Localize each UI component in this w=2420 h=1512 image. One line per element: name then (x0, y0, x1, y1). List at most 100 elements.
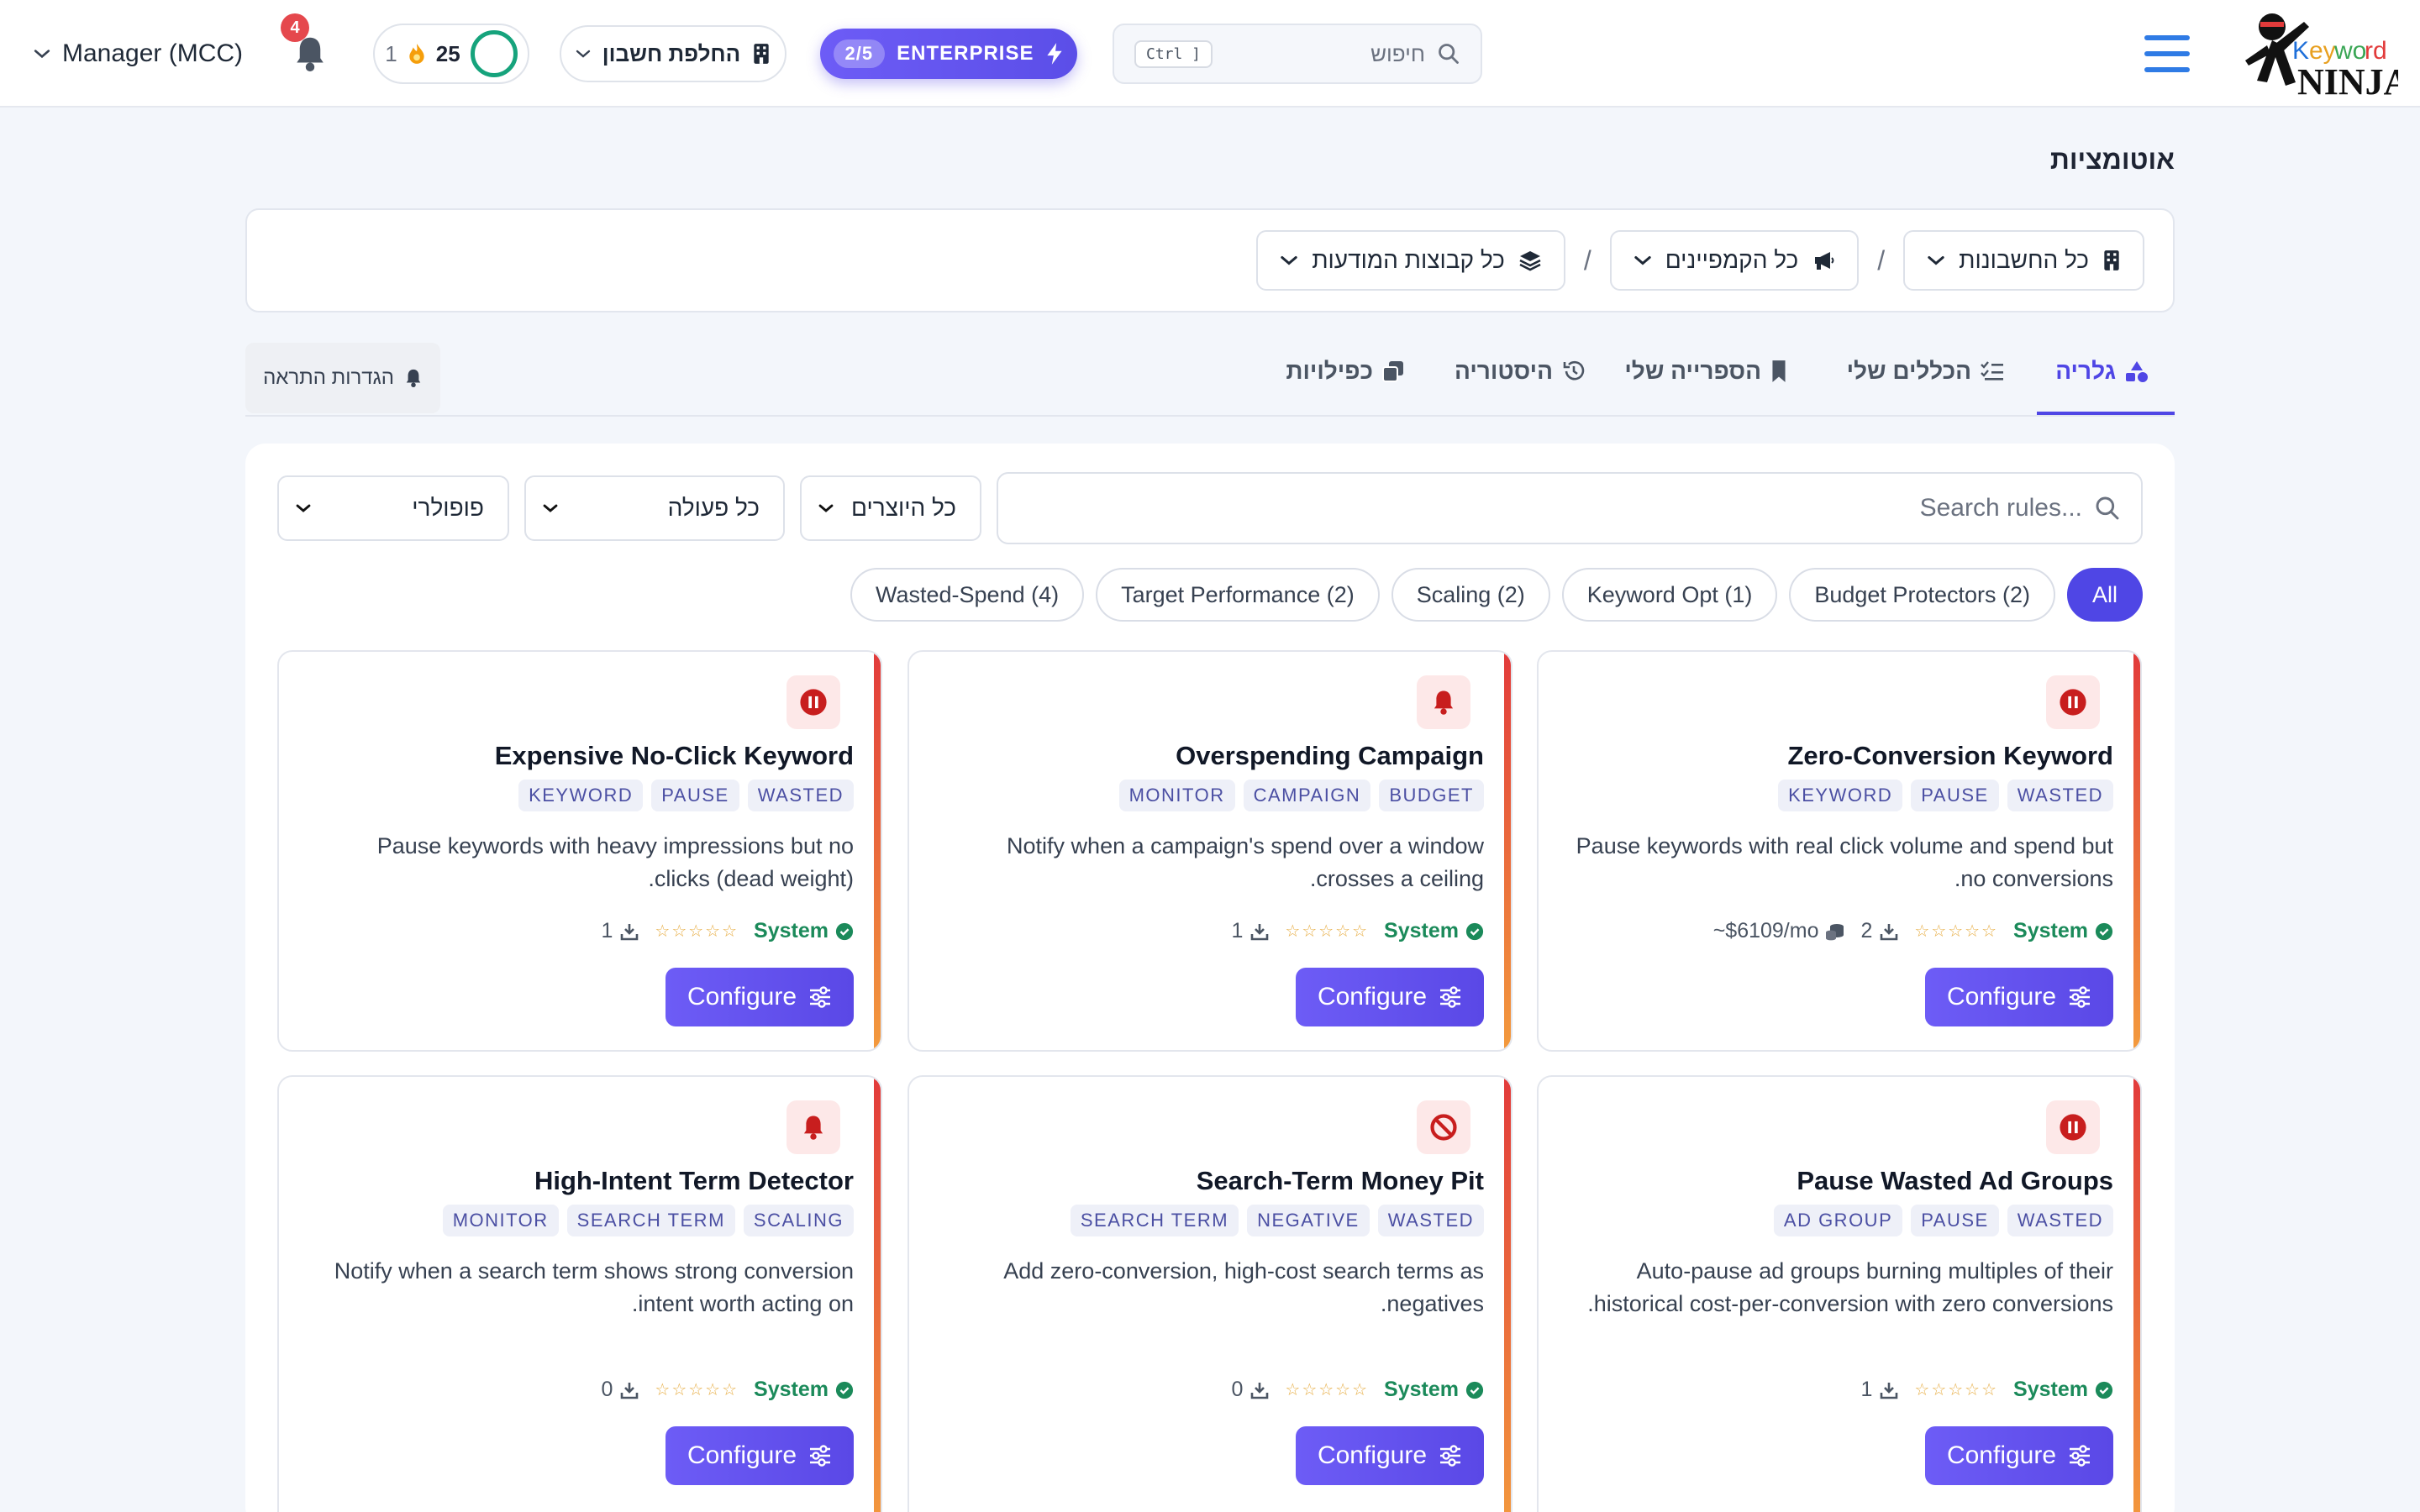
building-icon (2104, 250, 2119, 270)
chip-scaling[interactable]: Scaling (2) (1391, 568, 1550, 622)
creators-select-value: כל היוצרים (851, 495, 956, 521)
configure-button[interactable]: Configure (1925, 1426, 2113, 1485)
configure-button[interactable]: Configure (666, 1426, 854, 1485)
rule-tags: SCALING SEARCH TERM MONITOR (442, 1205, 854, 1236)
switch-account-label: החלפת חשבון (602, 40, 741, 66)
keyword-ninja-logo[interactable]: K ey wo rd NINJA (2238, 5, 2398, 102)
account-menu-button[interactable]: Manager (MCC) (34, 34, 243, 74)
plan-name: ENTERPRISE (897, 42, 1034, 65)
tab-my-rules[interactable]: הכללים שלי (1847, 358, 2005, 385)
rule-tag: WASTED (2007, 1205, 2113, 1236)
coins-icon (1826, 923, 1844, 940)
score-widget[interactable]: 1 25 (373, 24, 529, 84)
scope-filter-bar: כל החשבונות / כל הקמפיינים / כל קבוצות ה… (245, 208, 2175, 312)
rule-meta: System ☆☆☆☆☆ 2 ~$6109/mo (1713, 919, 2113, 943)
rule-title: Overspending Campaign (1176, 741, 1484, 770)
sliders-icon (810, 1445, 831, 1467)
rule-title: Expensive No-Click Keyword (494, 741, 854, 770)
rule-tag: WASTED (2007, 780, 2113, 811)
sliders-icon (2070, 1445, 2091, 1467)
tab-gallery[interactable]: גלריה (2055, 358, 2149, 385)
search-rules-placeholder: Search rules... (1919, 494, 2082, 522)
creators-select[interactable]: כל היוצרים (800, 475, 981, 541)
rule-tag: KEYWORD (1778, 780, 1903, 811)
accounts-filter[interactable]: כל החשבונות (1903, 230, 2144, 291)
sliders-icon (2070, 986, 2091, 1008)
rule-card[interactable]: Overspending Campaign BUDGET CAMPAIGN MO… (908, 650, 1512, 1052)
rule-card[interactable]: Search-Term Money Pit WASTED NEGATIVE SE… (908, 1075, 1512, 1512)
configure-button[interactable]: Configure (1925, 968, 2113, 1026)
search-placeholder: חיפוש (1370, 40, 1425, 66)
active-tab-indicator (2037, 412, 2175, 415)
plan-badge-button[interactable]: 2/5 ENTERPRISE (820, 29, 1077, 79)
ad-groups-filter[interactable]: כל קבוצות המודעות (1256, 230, 1565, 291)
tab-duplicates[interactable]: כפילויות (1286, 358, 1405, 385)
rule-tags: WASTED PAUSE KEYWORD (518, 780, 854, 811)
chevron-down-icon (576, 50, 590, 58)
building-icon (754, 44, 769, 64)
configure-button[interactable]: Configure (666, 968, 854, 1026)
sort-select[interactable]: פופולרי (277, 475, 509, 541)
pause-icon (2046, 1100, 2100, 1154)
configure-button[interactable]: Configure (1296, 968, 1484, 1026)
campaigns-filter[interactable]: כל הקמפיינים (1609, 230, 1860, 291)
chip-target-performance[interactable]: Target Performance (2) (1096, 568, 1380, 622)
action-select[interactable]: כל פעולה (524, 475, 785, 541)
system-text: System (1384, 1378, 1459, 1401)
downloads-count: 1 (601, 919, 639, 943)
configure-label: Configure (687, 1441, 797, 1469)
download-icon (1251, 1382, 1269, 1399)
rule-description: Pause keywords with real click volume an… (1576, 833, 2113, 891)
rule-card[interactable]: Zero-Conversion Keyword WASTED PAUSE KEY… (1537, 650, 2142, 1052)
rule-tag: MONITOR (1118, 780, 1235, 811)
rule-title: Zero-Conversion Keyword (1787, 741, 2113, 770)
plan-usage: 2/5 (833, 39, 886, 68)
tab-my-rules-label: הכללים שלי (1846, 358, 1971, 384)
score-value: 25 (435, 40, 460, 66)
rule-card[interactable]: Pause Wasted Ad Groups WASTED PAUSE AD G… (1537, 1075, 2142, 1512)
rule-description: Notify when a campaign's spend over a wi… (1007, 833, 1484, 891)
rule-meta: System ☆☆☆☆☆ 1 (601, 919, 854, 943)
rule-card[interactable]: Expensive No-Click Keyword WASTED PAUSE … (277, 650, 882, 1052)
rule-tag: PAUSE (1911, 1205, 1999, 1236)
breadcrumb-separator: / (1583, 244, 1591, 276)
search-rules-input[interactable]: Search rules... (997, 472, 2143, 544)
shapes-icon (2126, 361, 2148, 382)
system-label: System (1384, 919, 1484, 943)
menu-hamburger-button[interactable] (2141, 30, 2193, 77)
pause-icon (2046, 675, 2100, 729)
switch-account-button[interactable]: החלפת חשבון (560, 25, 786, 82)
chip-wasted-spend[interactable]: Wasted-Spend (4) (850, 568, 1085, 622)
tab-my-library[interactable]: הספרייה שלי (1624, 358, 1788, 385)
system-label: System (754, 1378, 854, 1402)
download-icon (1881, 923, 1898, 940)
configure-button[interactable]: Configure (1296, 1426, 1484, 1485)
alert-settings-label: הגדרות התראה (263, 366, 394, 389)
rule-meta: System ☆☆☆☆☆ 1 (1860, 1378, 2113, 1402)
ad-groups-filter-label: כל קבוצות המודעות (1312, 247, 1505, 273)
chip-keyword-opt[interactable]: Keyword Opt (1) (1561, 568, 1778, 622)
sliders-icon (1440, 986, 1461, 1008)
rule-tag: SEARCH TERM (566, 1205, 735, 1236)
alert-settings-button[interactable]: הגדרות התראה (245, 343, 440, 413)
rule-tags: WASTED PAUSE KEYWORD (1778, 780, 2113, 811)
rating-stars: ☆☆☆☆☆ (1914, 922, 1999, 941)
chip-budget-protectors[interactable]: Budget Protectors (2) (1789, 568, 2055, 622)
score-progress-ring (470, 30, 518, 77)
tab-my-library-label: הספרייה שלי (1624, 358, 1761, 384)
chevron-down-icon (296, 504, 311, 512)
search-icon (2096, 496, 2119, 520)
rule-card[interactable]: High-Intent Term Detector SCALING SEARCH… (277, 1075, 882, 1512)
rating-stars: ☆☆☆☆☆ (1914, 1381, 1999, 1399)
rule-title: High-Intent Term Detector (534, 1166, 854, 1195)
search-placeholder-wrap: חיפוש (1370, 41, 1460, 67)
tab-history[interactable]: היסטוריה (1455, 358, 1586, 385)
verified-check-icon (1465, 1381, 1484, 1399)
global-search-input[interactable]: חיפוש Ctrl ] (1113, 24, 1482, 84)
system-label: System (2013, 1378, 2113, 1402)
system-text: System (2013, 919, 2088, 942)
chevron-down-icon (543, 504, 558, 512)
downloads-count: 0 (1231, 1378, 1270, 1402)
chip-all[interactable]: All (2066, 568, 2143, 622)
gallery-panel: Search rules... כל היוצרים כל פעולה פופו… (245, 444, 2175, 1512)
